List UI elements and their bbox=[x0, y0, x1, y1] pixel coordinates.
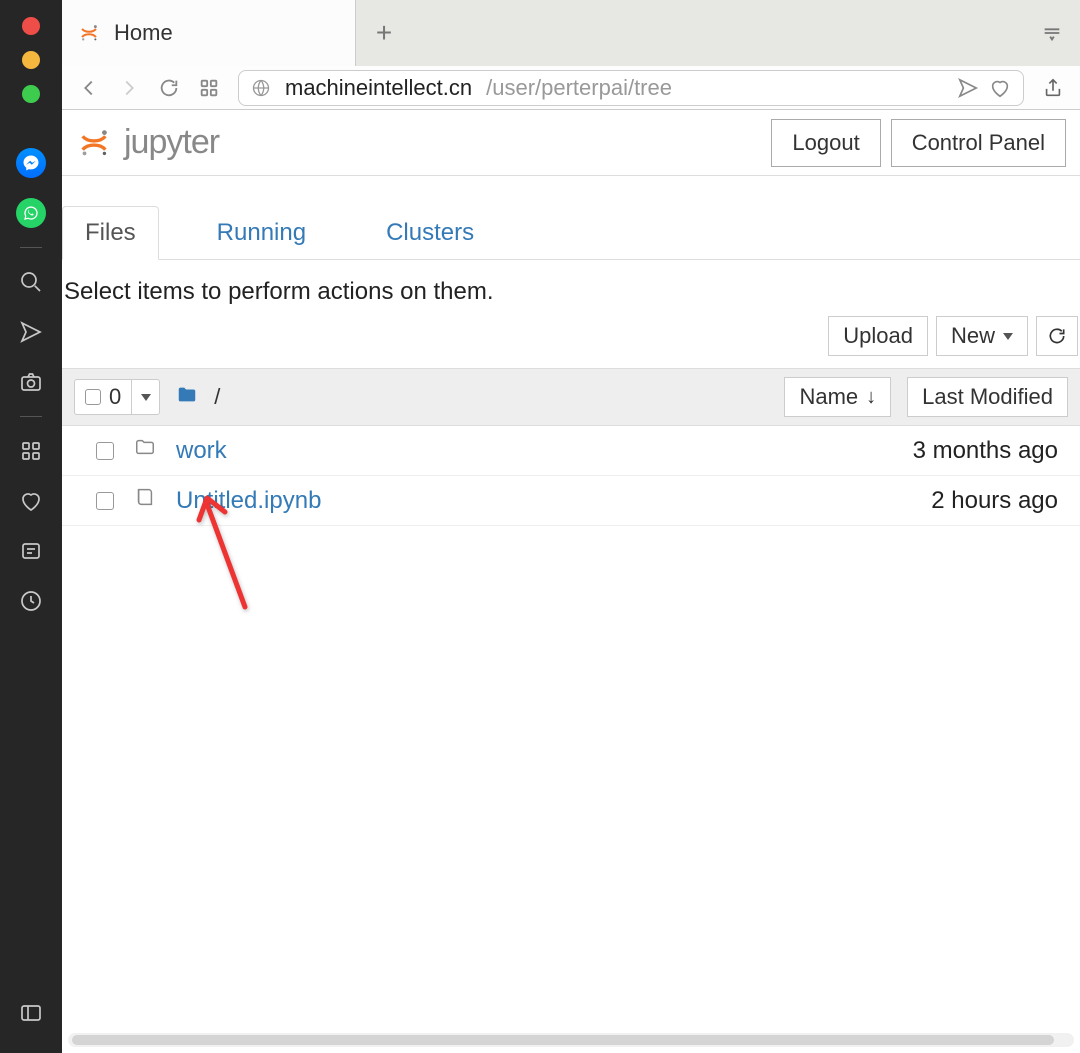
file-row: Untitled.ipynb 2 hours ago bbox=[62, 476, 1080, 526]
select-caret-icon[interactable] bbox=[131, 380, 159, 414]
history-icon[interactable] bbox=[15, 585, 47, 617]
dock-separator bbox=[20, 247, 42, 248]
selection-hint: Select items to perform actions on them. bbox=[62, 260, 1080, 306]
reload-button[interactable] bbox=[158, 77, 180, 99]
file-list-header: 0 / Name ↓ Last Modified bbox=[62, 368, 1080, 426]
file-link[interactable]: work bbox=[176, 437, 227, 465]
url-host: machineintellect.cn bbox=[285, 75, 472, 101]
breadcrumb-separator: / bbox=[214, 384, 220, 410]
tab-running[interactable]: Running bbox=[195, 207, 328, 259]
tab-clusters[interactable]: Clusters bbox=[364, 207, 496, 259]
upload-button[interactable]: Upload bbox=[828, 316, 928, 356]
window-maximize-button[interactable] bbox=[22, 85, 40, 103]
whatsapp-app-icon[interactable] bbox=[15, 197, 47, 229]
sort-by-name-button[interactable]: Name ↓ bbox=[784, 377, 891, 417]
refresh-icon bbox=[1047, 326, 1067, 346]
notebook-icon bbox=[134, 486, 156, 515]
sort-by-modified-button[interactable]: Last Modified bbox=[907, 377, 1068, 417]
jupyter-logo-icon bbox=[76, 125, 112, 161]
camera-icon[interactable] bbox=[15, 366, 47, 398]
file-row: work 3 months ago bbox=[62, 426, 1080, 476]
navigation-bar: machineintellect.cn/user/perterpai/tree bbox=[62, 66, 1080, 110]
dock-separator bbox=[20, 416, 42, 417]
share-button[interactable] bbox=[1042, 77, 1064, 99]
select-all-dropdown[interactable]: 0 bbox=[74, 379, 160, 415]
jupyter-icon bbox=[78, 22, 100, 44]
url-path: /user/perterpai/tree bbox=[486, 75, 672, 101]
new-label: New bbox=[951, 323, 995, 349]
window-controls bbox=[22, 17, 40, 103]
file-modified: 3 months ago bbox=[913, 437, 1068, 465]
file-modified: 2 hours ago bbox=[931, 487, 1068, 515]
caret-down-icon bbox=[1003, 333, 1013, 340]
os-dock bbox=[0, 0, 62, 1053]
selected-count: 0 bbox=[109, 384, 121, 410]
control-panel-button[interactable]: Control Panel bbox=[891, 119, 1066, 167]
page-content: jupyter Logout Control Panel Files Runni… bbox=[62, 110, 1080, 1053]
file-toolbar: Upload New bbox=[62, 306, 1080, 368]
send-page-icon[interactable] bbox=[957, 77, 979, 99]
heart-icon[interactable] bbox=[15, 485, 47, 517]
favorite-icon[interactable] bbox=[989, 77, 1011, 99]
jupyter-logo[interactable]: jupyter bbox=[76, 123, 219, 162]
browser-window: Home + machineintellect.cn/user/perterpa… bbox=[62, 0, 1080, 1053]
workspaces-icon[interactable] bbox=[198, 77, 220, 99]
notes-icon[interactable] bbox=[15, 535, 47, 567]
arrow-down-icon: ↓ bbox=[866, 386, 876, 409]
breadcrumb-root-icon[interactable] bbox=[176, 384, 198, 411]
jupyter-logo-text: jupyter bbox=[124, 123, 219, 162]
new-tab-button[interactable]: + bbox=[356, 0, 412, 66]
messenger-app-icon[interactable] bbox=[15, 147, 47, 179]
jupyter-header: jupyter Logout Control Panel bbox=[62, 110, 1080, 176]
tab-title: Home bbox=[114, 20, 173, 46]
row-checkbox[interactable] bbox=[96, 442, 114, 460]
tabs-menu-icon[interactable] bbox=[1024, 0, 1080, 66]
horizontal-scrollbar[interactable] bbox=[68, 1033, 1074, 1047]
sidebar-toggle-icon[interactable] bbox=[15, 997, 47, 1029]
refresh-button[interactable] bbox=[1036, 316, 1078, 356]
tab-bar: Home + bbox=[62, 0, 1080, 66]
row-checkbox[interactable] bbox=[96, 492, 114, 510]
address-bar[interactable]: machineintellect.cn/user/perterpai/tree bbox=[238, 70, 1024, 106]
file-link[interactable]: Untitled.ipynb bbox=[176, 487, 321, 515]
select-all-checkbox[interactable] bbox=[85, 389, 101, 405]
sort-name-label: Name bbox=[799, 384, 858, 410]
logout-button[interactable]: Logout bbox=[771, 119, 880, 167]
dashboard-tabs: Files Running Clusters bbox=[62, 176, 1080, 260]
back-button[interactable] bbox=[78, 77, 100, 99]
send-icon[interactable] bbox=[15, 316, 47, 348]
browser-tab-active[interactable]: Home bbox=[62, 0, 356, 66]
tab-files[interactable]: Files bbox=[62, 206, 159, 260]
search-icon[interactable] bbox=[15, 266, 47, 298]
window-close-button[interactable] bbox=[22, 17, 40, 35]
forward-button[interactable] bbox=[118, 77, 140, 99]
new-dropdown[interactable]: New bbox=[936, 316, 1028, 356]
folder-icon bbox=[134, 436, 156, 465]
site-info-icon[interactable] bbox=[251, 78, 271, 98]
window-minimize-button[interactable] bbox=[22, 51, 40, 69]
apps-grid-icon[interactable] bbox=[15, 435, 47, 467]
